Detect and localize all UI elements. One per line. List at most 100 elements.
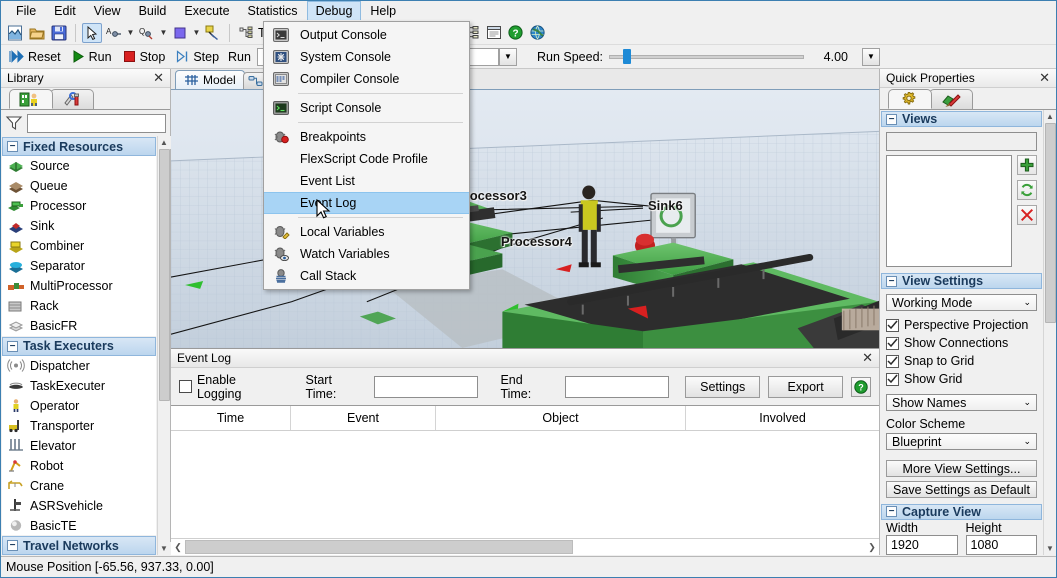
checkbox-box[interactable] [886, 373, 899, 386]
properties-edit-tab[interactable] [929, 89, 973, 109]
library-section-fixed-resources[interactable]: − Fixed Resources [2, 137, 156, 156]
export-button[interactable]: Export [768, 376, 843, 398]
menu-item-breakpoints[interactable]: Breakpoints [264, 126, 469, 148]
library-tools-tab[interactable] [50, 89, 94, 109]
library-filter-input[interactable] [27, 114, 166, 133]
menu-execute[interactable]: Execute [175, 1, 238, 21]
save-settings-default-button[interactable]: Save Settings as Default [886, 481, 1037, 498]
tab-model[interactable]: Model [175, 70, 245, 89]
run-speed-dropdown-icon[interactable]: ▼ [862, 48, 880, 66]
event-log-hscrollbar[interactable]: ❮ ❯ [171, 538, 879, 555]
menu-item-script-console[interactable]: Script Console [264, 97, 469, 119]
add-view-button[interactable] [1017, 155, 1037, 175]
menu-help[interactable]: Help [361, 1, 405, 21]
highlight-icon[interactable] [203, 23, 223, 43]
show-connections-checkbox[interactable]: Show Connections [880, 334, 1043, 352]
snap-to-grid-checkbox[interactable]: Snap to Grid [880, 352, 1043, 370]
library-item-source[interactable]: Source [2, 156, 156, 176]
connect-q-icon[interactable]: Q [137, 23, 157, 43]
end-time-input[interactable] [565, 376, 670, 398]
library-item-multiprocessor[interactable]: MultiProcessor [2, 276, 156, 296]
library-item-sink[interactable]: Sink [2, 216, 156, 236]
more-view-settings-button[interactable]: More View Settings... [886, 460, 1037, 477]
quick-properties-scrollbar[interactable]: ▲ ▼ [1043, 110, 1056, 555]
library-item-processor[interactable]: Processor [2, 196, 156, 216]
stop-button[interactable]: Stop [119, 49, 173, 65]
working-mode-select[interactable]: Working Mode ⌄ [886, 294, 1037, 311]
connect-a-icon[interactable]: A [104, 23, 124, 43]
height-input[interactable]: 1080 [966, 535, 1038, 555]
library-item-taskexecuter[interactable]: TaskExecuter [2, 376, 156, 396]
step-button[interactable]: Step [172, 49, 226, 65]
delete-view-button[interactable] [1017, 205, 1037, 225]
library-item-asrsvehicle[interactable]: ASRSvehicle [2, 496, 156, 516]
runtime-dropdown-icon[interactable]: ▼ [499, 48, 517, 66]
library-item-queue[interactable]: Queue [2, 176, 156, 196]
scroll-down-icon[interactable]: ▼ [1044, 542, 1057, 555]
menu-item-local-variables[interactable]: Local Variables [264, 221, 469, 243]
menu-build[interactable]: Build [130, 1, 176, 21]
menu-debug[interactable]: Debug [307, 1, 362, 20]
run-speed-thumb[interactable] [623, 49, 631, 64]
menu-item-event-log[interactable]: Event Log [264, 192, 469, 214]
new-model-icon[interactable] [5, 23, 25, 43]
color-scheme-select[interactable]: Blueprint ⌄ [886, 433, 1037, 450]
enable-logging-checkbox[interactable]: Enable Logging [179, 373, 284, 401]
collapse-icon[interactable]: − [7, 141, 18, 152]
open-model-icon[interactable] [27, 23, 47, 43]
color-swatch-icon[interactable] [170, 23, 190, 43]
collapse-icon[interactable]: − [7, 540, 18, 551]
menu-item-system-console[interactable]: System Console [264, 46, 469, 68]
capture-view-section-header[interactable]: − Capture View [881, 504, 1042, 520]
checkbox-box[interactable] [886, 319, 899, 332]
column-involved[interactable]: Involved [686, 406, 879, 430]
view-settings-section-header[interactable]: − View Settings [881, 273, 1042, 289]
reset-button[interactable]: Reset [5, 49, 68, 65]
menu-edit[interactable]: Edit [45, 1, 85, 21]
scroll-right-icon[interactable]: ❯ [865, 540, 879, 555]
library-item-dispatcher[interactable]: Dispatcher [2, 356, 156, 376]
column-time[interactable]: Time [171, 406, 291, 430]
scroll-thumb[interactable] [159, 149, 170, 401]
save-model-icon[interactable] [49, 23, 69, 43]
library-section-task-executers[interactable]: − Task Executers [2, 337, 156, 356]
checkbox-box[interactable] [179, 380, 192, 393]
menu-statistics[interactable]: Statistics [239, 1, 307, 21]
select-pointer-icon[interactable] [82, 23, 102, 43]
menu-item-flexscript-code-profile[interactable]: FlexScript Code Profile [264, 148, 469, 170]
settings-button[interactable]: Settings [685, 376, 760, 398]
connect-q-dropdown-icon[interactable]: ▼ [159, 25, 168, 41]
help-icon[interactable]: ? [506, 23, 526, 43]
width-input[interactable]: 1920 [886, 535, 958, 555]
column-event[interactable]: Event [291, 406, 436, 430]
library-item-operator[interactable]: Operator [2, 396, 156, 416]
checkbox-box[interactable] [886, 337, 899, 350]
web-icon[interactable] [528, 23, 548, 43]
library-item-separator[interactable]: Separator [2, 256, 156, 276]
library-item-crane[interactable]: Crane [2, 476, 156, 496]
help-icon[interactable]: ? [851, 377, 871, 397]
view-name-input[interactable] [886, 132, 1037, 151]
close-icon[interactable]: ✕ [862, 352, 873, 364]
tree-icon[interactable] [236, 23, 256, 43]
collapse-icon[interactable]: − [886, 114, 897, 125]
views-section-header[interactable]: − Views [881, 111, 1042, 127]
library-section-travel-networks[interactable]: − Travel Networks [2, 536, 156, 555]
close-icon[interactable]: ✕ [153, 72, 164, 84]
library-item-basicfr[interactable]: BasicFR [2, 316, 156, 336]
checkbox-box[interactable] [886, 355, 899, 368]
show-names-select[interactable]: Show Names ⌄ [886, 394, 1037, 411]
collapse-icon[interactable]: − [886, 506, 897, 517]
properties-gear-tab[interactable] [888, 89, 932, 109]
close-icon[interactable]: ✕ [1039, 72, 1050, 84]
refresh-view-button[interactable] [1017, 180, 1037, 200]
scroll-thumb[interactable] [1045, 123, 1056, 323]
column-object[interactable]: Object [436, 406, 686, 430]
menu-file[interactable]: File [7, 1, 45, 21]
perspective-projection-checkbox[interactable]: Perspective Projection [880, 316, 1043, 334]
library-objects-tab[interactable] [9, 89, 53, 109]
scroll-up-icon[interactable]: ▲ [158, 136, 171, 149]
run-button[interactable]: Run [68, 49, 119, 65]
scroll-up-icon[interactable]: ▲ [1044, 110, 1057, 123]
menu-item-watch-variables[interactable]: Watch Variables [264, 243, 469, 265]
